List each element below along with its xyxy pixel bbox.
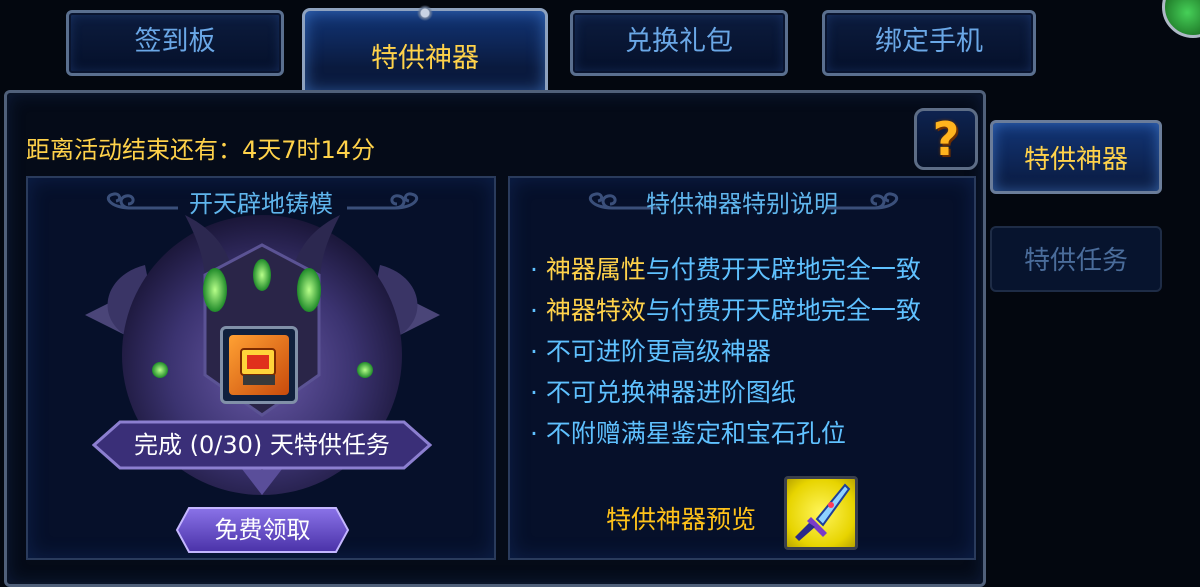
tab-ornament-icon bbox=[410, 5, 440, 21]
list-item: · 不可进阶更高级神器 bbox=[530, 337, 771, 366]
list-item: · 不附赠满星鉴定和宝石孔位 bbox=[530, 419, 846, 448]
cloud-ornament-right-icon bbox=[827, 192, 898, 210]
artifact-notes-list: · 神器属性与付费开天辟地完全一致 · 神器特效与付费开天辟地完全一致 · 不可… bbox=[530, 250, 921, 455]
side-tab-special-artifact[interactable]: 特供神器 bbox=[990, 120, 1162, 194]
tab-special-artifact[interactable]: 特供神器 bbox=[302, 5, 548, 92]
mold-item-icon bbox=[229, 335, 289, 395]
task-progress-text: 完成 (0/30) 天特供任务 bbox=[134, 431, 390, 459]
tab-sign-in-board[interactable]: 签到板 bbox=[66, 10, 284, 76]
question-mark-icon: ? bbox=[932, 112, 960, 166]
list-item: · 神器特效与付费开天辟地完全一致 bbox=[530, 296, 921, 325]
list-item: · 不可兑换神器进阶图纸 bbox=[530, 378, 796, 407]
tab-label: 特供神器 bbox=[371, 43, 479, 74]
side-tab-special-task[interactable]: 特供任务 bbox=[990, 226, 1162, 292]
free-claim-button[interactable]: 免费领取 bbox=[175, 506, 350, 554]
sword-icon bbox=[795, 483, 851, 541]
countdown-text: 距离活动结束还有：4天7时14分 bbox=[26, 136, 376, 164]
preview-label: 特供神器预览 bbox=[606, 505, 757, 534]
tab-redeem-gift[interactable]: 兑换礼包 bbox=[570, 10, 788, 76]
help-button[interactable]: ? bbox=[914, 108, 978, 170]
list-item: · 神器属性与付费开天辟地完全一致 bbox=[530, 255, 921, 284]
mold-item-slot[interactable] bbox=[220, 326, 298, 404]
artifact-preview-slot[interactable] bbox=[784, 476, 858, 550]
tab-bind-phone[interactable]: 绑定手机 bbox=[822, 10, 1036, 76]
close-orb-icon[interactable] bbox=[1162, 0, 1200, 38]
